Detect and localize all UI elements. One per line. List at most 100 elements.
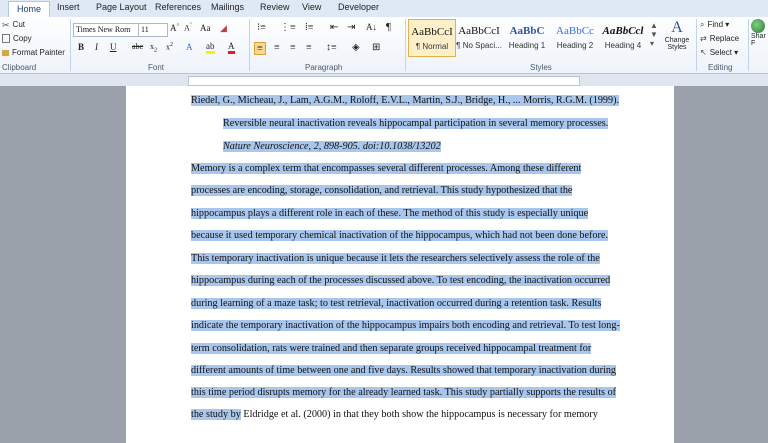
style-preview: AaBbCcl	[602, 25, 644, 37]
strikethrough-icon[interactable]: abc	[132, 42, 143, 51]
body-line: because it used temporary chemical inact…	[191, 230, 608, 241]
clipboard-group-label: Clipboard	[2, 63, 37, 72]
tab-page-layout[interactable]: Page Layout	[96, 2, 147, 12]
style-preview: AaBbC	[509, 25, 545, 37]
tab-mailings[interactable]: Mailings	[211, 2, 244, 12]
reference-line-2: Reversible neural inactivation reveals h…	[223, 118, 609, 129]
style-preview: AaBbCc	[556, 25, 594, 37]
copy-button[interactable]: Copy	[2, 34, 32, 44]
style-heading-4[interactable]: AaBbCcl Heading 4	[600, 19, 646, 55]
change-case-icon[interactable]: Aa	[200, 23, 211, 33]
body-line: indicate the temporary inactivation of t…	[191, 320, 620, 331]
share-button[interactable]: Shar This F	[751, 19, 768, 47]
cut-button[interactable]: ✂ Cut	[2, 20, 25, 31]
change-styles-button[interactable]: A Change Styles	[662, 19, 692, 51]
font-size-box[interactable]: 11	[138, 23, 168, 37]
separator	[405, 19, 406, 71]
tab-home[interactable]: Home	[8, 1, 51, 17]
style-preview: AaBbCcI	[411, 26, 453, 38]
globe-icon	[751, 19, 765, 33]
style-heading-1[interactable]: AaBbC Heading 1	[504, 19, 550, 55]
style-preview: AaBbCcI	[458, 25, 500, 37]
font-name-box[interactable]: Times New Rom	[73, 23, 139, 37]
font-color-icon[interactable]: A	[228, 41, 235, 54]
style-no-spacing[interactable]: AaBbCcI ¶ No Spaci...	[456, 19, 502, 55]
justify-icon[interactable]: ≡	[306, 42, 312, 53]
show-formatting-icon[interactable]: ¶	[386, 21, 391, 33]
line-spacing-icon[interactable]: ↕≡	[326, 42, 337, 53]
tab-insert[interactable]: Insert	[57, 2, 80, 12]
style-normal[interactable]: AaBbCcI ¶ Normal	[408, 19, 456, 57]
text-effects-icon[interactable]: A	[186, 42, 193, 52]
multilevel-list-icon[interactable]: ⁞≡	[305, 22, 313, 33]
styles-scroll-icon[interactable]: ▲ ▼ ▾	[650, 21, 658, 48]
separator	[70, 19, 71, 71]
style-label: ¶ No Spaci...	[456, 41, 502, 50]
body-line: hippocampus plays a different role in ea…	[191, 208, 589, 219]
document-background-right	[674, 86, 768, 443]
copy-icon	[2, 34, 10, 44]
style-label: Heading 4	[604, 41, 642, 50]
style-label: Heading 2	[556, 41, 594, 50]
bold-icon[interactable]: B	[78, 42, 84, 52]
document-background-left	[0, 86, 126, 443]
change-styles-icon: A	[671, 19, 683, 36]
ruler-track	[188, 76, 580, 86]
subscript-icon[interactable]: x2	[150, 42, 157, 54]
numbering-icon[interactable]: ⋮≡	[280, 22, 296, 33]
borders-icon[interactable]: ⊞	[372, 42, 380, 53]
bullets-icon[interactable]: ⁝≡	[257, 22, 266, 33]
body-line: the study by	[191, 409, 241, 420]
document-page[interactable]: Riedel, G., Micheau, J., Lam, A.G.M., Ro…	[126, 86, 674, 443]
separator	[696, 19, 697, 71]
increase-indent-icon[interactable]: ⇥	[347, 22, 355, 33]
align-center-icon[interactable]: ≡	[274, 42, 280, 53]
underline-icon[interactable]: U	[110, 42, 117, 52]
body-line: processes are encoding, storage, consoli…	[191, 185, 573, 196]
tab-view[interactable]: View	[302, 2, 321, 12]
reference-line-1: Riedel, G., Micheau, J., Lam, A.G.M., Ro…	[191, 95, 620, 106]
find-button[interactable]: ⌕ Find ▾	[700, 20, 729, 29]
body-line: This temporary inactivation is unique be…	[191, 253, 600, 264]
paragraph-group-label: Paragraph	[305, 63, 343, 72]
decrease-indent-icon[interactable]: ⇤	[330, 22, 338, 33]
body-line: different amounts of time between one an…	[191, 365, 617, 376]
brush-icon	[2, 49, 9, 56]
style-heading-2[interactable]: AaBbCc Heading 2	[552, 19, 598, 55]
styles-group-label: Styles	[530, 63, 552, 72]
change-styles-label: Change Styles	[664, 37, 690, 51]
separator	[249, 19, 250, 71]
reference-line-3: Nature Neuroscience, 2, 898-905. doi:10.…	[223, 141, 441, 152]
select-button[interactable]: ↖ Select ▾	[700, 48, 738, 57]
highlight-icon[interactable]: ab	[206, 41, 215, 54]
body-line: Memory is a complex term that encompasse…	[191, 163, 582, 174]
tab-developer[interactable]: Developer	[338, 2, 379, 12]
superscript-icon[interactable]: x2	[166, 42, 173, 52]
separator	[748, 19, 749, 71]
horizontal-ruler[interactable]	[0, 74, 768, 86]
ribbon: ✂ Cut Copy Format Painter Clipboard Times…	[0, 17, 768, 74]
style-label: ¶ Normal	[415, 42, 449, 51]
shrink-font-icon[interactable]: Aˇ	[184, 23, 192, 33]
italic-icon[interactable]: I	[95, 42, 98, 52]
align-left-icon[interactable]: ≡	[254, 42, 266, 55]
tab-references[interactable]: References	[155, 2, 201, 12]
style-label: Heading 1	[508, 41, 546, 50]
tab-review[interactable]: Review	[260, 2, 290, 12]
replace-icon: ⇄	[700, 34, 707, 44]
ribbon-tab-bar: Home Insert Page Layout References Maili…	[0, 0, 768, 18]
format-painter-button[interactable]: Format Painter	[2, 48, 65, 57]
binoculars-icon: ⌕	[700, 20, 705, 30]
body-line: term consolidation, rats were trained an…	[191, 343, 592, 354]
body-line: hippocampus during each of the processes…	[191, 275, 611, 286]
align-right-icon[interactable]: ≡	[290, 42, 296, 53]
replace-button[interactable]: ⇄ Replace	[700, 34, 739, 43]
shading-icon[interactable]: ◈	[352, 42, 360, 53]
clear-format-icon[interactable]: ◢	[220, 23, 227, 34]
share-label: Shar This F	[751, 33, 768, 47]
grow-font-icon[interactable]: A^	[170, 23, 179, 33]
sort-icon[interactable]: A↓	[366, 22, 377, 32]
font-group-label: Font	[148, 63, 165, 72]
cursor-icon: ↖	[700, 48, 707, 58]
scissors-icon: ✂	[2, 20, 10, 31]
